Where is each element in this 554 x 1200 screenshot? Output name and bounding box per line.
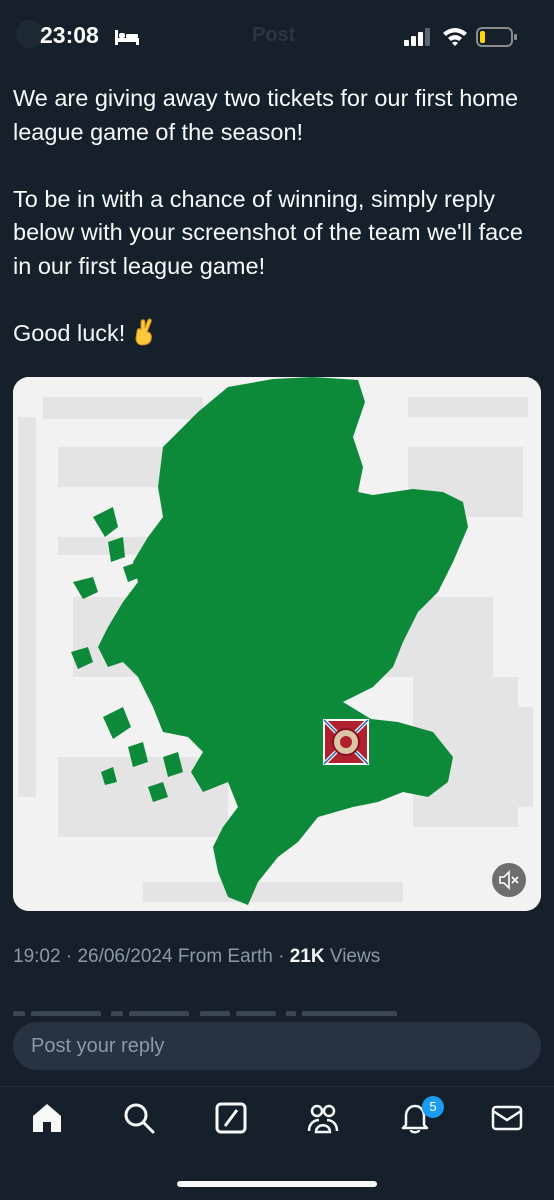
search-icon[interactable] [122, 1101, 156, 1135]
tweet-paragraph-text: Good luck! [13, 319, 126, 346]
wifi-icon [443, 28, 467, 46]
engagement-stats[interactable] [13, 1006, 541, 1016]
sleep-focus-icon [115, 30, 139, 45]
tweet-video[interactable] [13, 377, 541, 911]
tweet-source: From Earth [177, 946, 273, 967]
communities-icon[interactable] [306, 1101, 340, 1135]
status-time: 23:08 [40, 22, 99, 48]
club-crest [322, 718, 370, 766]
tweet-paragraph: Good luck! [13, 317, 543, 351]
notification-badge: 5 [422, 1096, 444, 1118]
mute-icon [499, 870, 519, 890]
crossed-fingers-emoji [135, 317, 153, 346]
tweet-paragraph: To be in with a chance of winning, simpl… [13, 185, 523, 279]
meta-separator: · [65, 946, 73, 967]
views-count[interactable]: 21K [290, 946, 325, 967]
page-title: Post [252, 24, 296, 46]
post-screen: 23:08 Post We are giving away two ticket… [0, 0, 554, 1200]
tweet-time: 19:02 [13, 946, 61, 967]
messages-icon[interactable] [490, 1101, 524, 1135]
tweet-text: We are giving away two tickets for our f… [13, 82, 543, 350]
cellular-signal-icon [404, 28, 430, 46]
tweet-date: 26/06/2024 [77, 946, 173, 967]
tweet-paragraph: We are giving away two tickets for our f… [13, 85, 519, 145]
reply-box[interactable]: Post your reply [13, 1022, 541, 1070]
home-icon[interactable] [30, 1101, 64, 1135]
tweet-meta: 19:02 · 26/06/2024 From Earth · 21K View… [13, 946, 380, 968]
status-bar: 23:08 Post [0, 0, 554, 72]
video-frame [13, 377, 541, 911]
mute-button[interactable] [492, 863, 526, 897]
reply-input[interactable]: Post your reply [31, 1035, 164, 1058]
grok-icon[interactable] [214, 1101, 248, 1135]
home-indicator[interactable] [177, 1181, 377, 1187]
meta-separator: · [278, 946, 285, 967]
views-label[interactable]: Views [330, 946, 380, 967]
battery-icon [476, 27, 517, 47]
